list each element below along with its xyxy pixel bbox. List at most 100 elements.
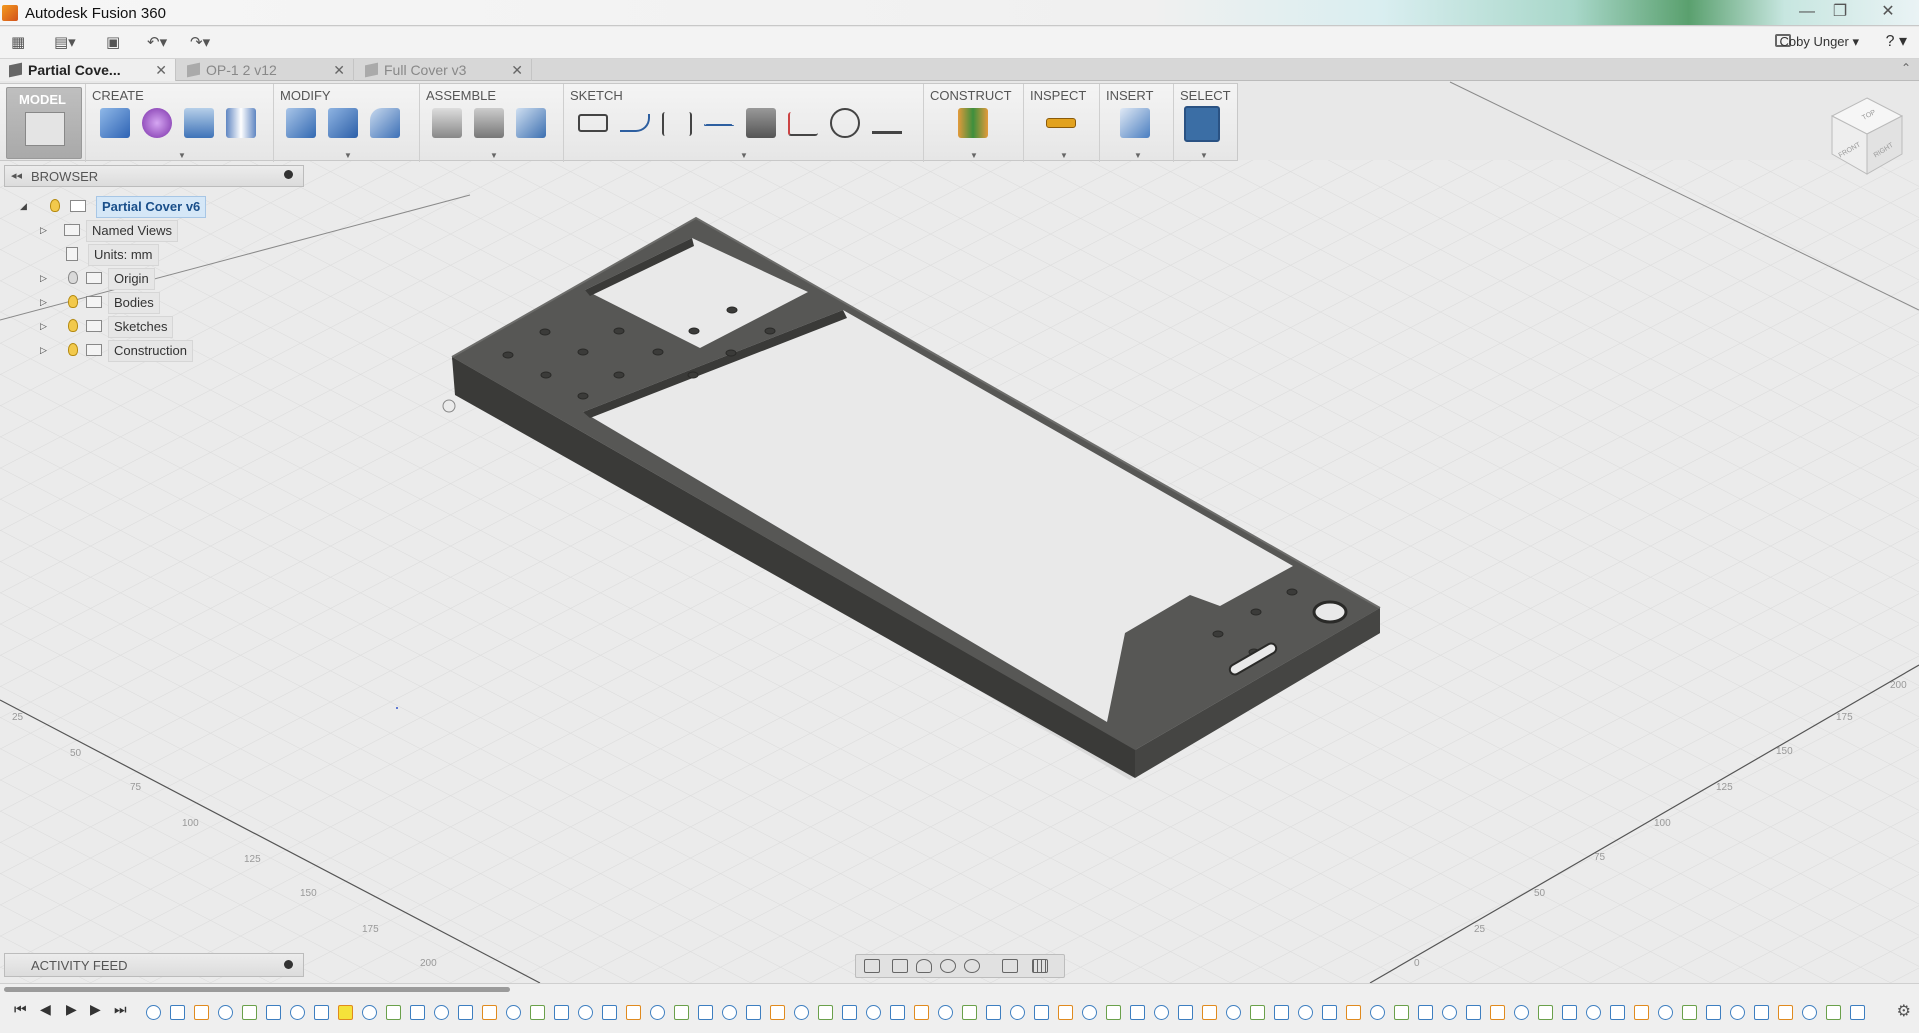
timeline-feature-icon[interactable] (482, 1005, 497, 1020)
pan-hand-icon[interactable] (916, 959, 932, 973)
line-icon[interactable] (620, 114, 650, 132)
undo-icon[interactable]: ↶▾ (147, 31, 167, 55)
timeline-feature-icon[interactable] (1034, 1005, 1049, 1020)
timeline-feature-icon[interactable] (794, 1005, 809, 1020)
timeline-feature-icon[interactable] (1442, 1005, 1457, 1020)
timeline-feature-icon[interactable] (818, 1005, 833, 1020)
timeline-feature-icon[interactable] (578, 1005, 593, 1020)
timeline-feature-icon[interactable] (170, 1005, 185, 1020)
timeline-feature-icon[interactable] (1850, 1005, 1865, 1020)
circle-icon[interactable] (830, 108, 860, 138)
timeline-feature-icon[interactable] (722, 1005, 737, 1020)
timeline-feature-icon[interactable] (1682, 1005, 1697, 1020)
visibility-bulb-icon[interactable] (68, 295, 78, 308)
as-built-joint-icon[interactable] (474, 108, 504, 138)
tab-full-cover[interactable]: Full Cover v3 ✕ (356, 59, 532, 81)
timeline-feature-icon[interactable] (1130, 1005, 1145, 1020)
visibility-bulb-icon[interactable] (68, 319, 78, 332)
measure-icon[interactable] (1046, 118, 1076, 128)
timeline-feature-icon[interactable] (626, 1005, 641, 1020)
tree-item-units[interactable]: Units: mm (40, 244, 240, 266)
close-tab-icon[interactable]: ✕ (155, 59, 167, 81)
grid-settings-icon[interactable] (1032, 959, 1048, 973)
timeline-feature-icon[interactable] (1778, 1005, 1793, 1020)
timeline-feature-icon[interactable] (746, 1005, 761, 1020)
mirror-icon[interactable] (226, 108, 256, 138)
timeline-feature-icon[interactable] (530, 1005, 545, 1020)
step-forward-icon[interactable]: ▶ (66, 1001, 77, 1018)
file-menu-icon[interactable]: ▤▾ (54, 31, 76, 55)
timeline-feature-icon[interactable] (218, 1005, 233, 1020)
timeline-feature-icon[interactable] (602, 1005, 617, 1020)
offset-icon[interactable] (746, 108, 776, 138)
zoom-icon[interactable] (940, 959, 956, 973)
timeline-scrollbar[interactable] (4, 987, 510, 992)
help-icon[interactable]: ? ▾ (1886, 31, 1907, 51)
timeline-feature-icon[interactable] (386, 1005, 401, 1020)
timeline-feature-icon[interactable] (146, 1005, 161, 1020)
timeline-feature-icon[interactable] (938, 1005, 953, 1020)
tree-item-construction[interactable]: ▷ Construction (40, 340, 240, 362)
timeline-feature-icon[interactable] (1706, 1005, 1721, 1020)
timeline-feature-icon[interactable] (1802, 1005, 1817, 1020)
offset-plane-icon[interactable] (958, 108, 988, 138)
browser-panel-header[interactable]: ◂◂ BROWSER (4, 165, 304, 187)
tree-item-origin[interactable]: ▷ Origin (40, 268, 240, 290)
go-to-end-icon[interactable]: ⏭ (114, 1001, 127, 1018)
timeline-feature-icon[interactable] (1418, 1005, 1433, 1020)
close-tab-icon[interactable]: ✕ (333, 59, 345, 81)
step-back-icon[interactable]: ◀ (40, 1001, 51, 1018)
tree-item-sketches[interactable]: ▷ Sketches (40, 316, 240, 338)
timeline-feature-icon[interactable] (650, 1005, 665, 1020)
timeline-feature-icon[interactable] (1250, 1005, 1265, 1020)
timeline-feature-icon[interactable] (554, 1005, 569, 1020)
new-component-icon[interactable] (100, 108, 130, 138)
timeline-feature-icon[interactable] (1322, 1005, 1337, 1020)
timeline-feature-icon[interactable] (1178, 1005, 1193, 1020)
timeline-feature-icon[interactable] (962, 1005, 977, 1020)
timeline-feature-icon[interactable] (1394, 1005, 1409, 1020)
pin-icon[interactable] (284, 170, 293, 179)
timeline-feature-icon[interactable] (1730, 1005, 1745, 1020)
go-to-start-icon[interactable]: ⏮ (14, 1001, 27, 1018)
expand-icon[interactable]: ▷ (40, 220, 47, 240)
tree-item-bodies[interactable]: ▷ Bodies (40, 292, 240, 314)
expand-icon[interactable]: ▷ (40, 292, 47, 312)
collapse-browser-icon[interactable]: ◂◂ (11, 169, 22, 182)
timeline-feature-icon[interactable] (1586, 1005, 1601, 1020)
user-menu[interactable]: Coby Unger ▾ (1779, 34, 1859, 50)
timeline-feature-icon[interactable] (1274, 1005, 1289, 1020)
timeline-feature-icon[interactable] (770, 1005, 785, 1020)
look-at-icon[interactable] (892, 959, 908, 973)
timeline-feature-icon[interactable] (1466, 1005, 1481, 1020)
timeline-feature-icon[interactable] (410, 1005, 425, 1020)
timeline-feature-icon[interactable] (1346, 1005, 1361, 1020)
data-panel-grid-icon[interactable]: ▦ (11, 31, 25, 55)
timeline-feature-icon[interactable] (842, 1005, 857, 1020)
timeline-feature-icon[interactable] (362, 1005, 377, 1020)
timeline-features[interactable] (146, 1005, 1866, 1023)
new-joint-icon[interactable] (432, 108, 462, 138)
activity-feed-panel[interactable]: ACTIVITY FEED (4, 953, 304, 977)
timeline-feature-icon[interactable] (866, 1005, 881, 1020)
timeline-feature-icon[interactable] (1658, 1005, 1673, 1020)
sketch-dimension-icon[interactable] (662, 112, 692, 136)
expand-icon[interactable]: ▷ (40, 268, 47, 288)
stop-sketch-icon[interactable] (872, 116, 902, 134)
timeline-feature-icon[interactable] (1490, 1005, 1505, 1020)
timeline-feature-icon[interactable] (1634, 1005, 1649, 1020)
timeline-feature-icon[interactable] (1754, 1005, 1769, 1020)
timeline-feature-icon[interactable] (1538, 1005, 1553, 1020)
timeline-feature-icon[interactable] (1154, 1005, 1169, 1020)
combine-icon[interactable] (328, 108, 358, 138)
display-settings-icon[interactable] (1002, 959, 1018, 973)
timeline-feature-icon[interactable] (314, 1005, 329, 1020)
timeline-feature-icon[interactable] (1226, 1005, 1241, 1020)
timeline-settings-icon[interactable]: ⚙ (1897, 1001, 1911, 1021)
redo-icon[interactable]: ↷▾ (190, 31, 210, 55)
timeline-feature-icon[interactable] (434, 1005, 449, 1020)
timeline-feature-icon[interactable] (1514, 1005, 1529, 1020)
visibility-bulb-icon[interactable] (68, 271, 78, 284)
close-tab-icon[interactable]: ✕ (511, 59, 523, 81)
expand-icon[interactable]: ▷ (40, 340, 47, 360)
